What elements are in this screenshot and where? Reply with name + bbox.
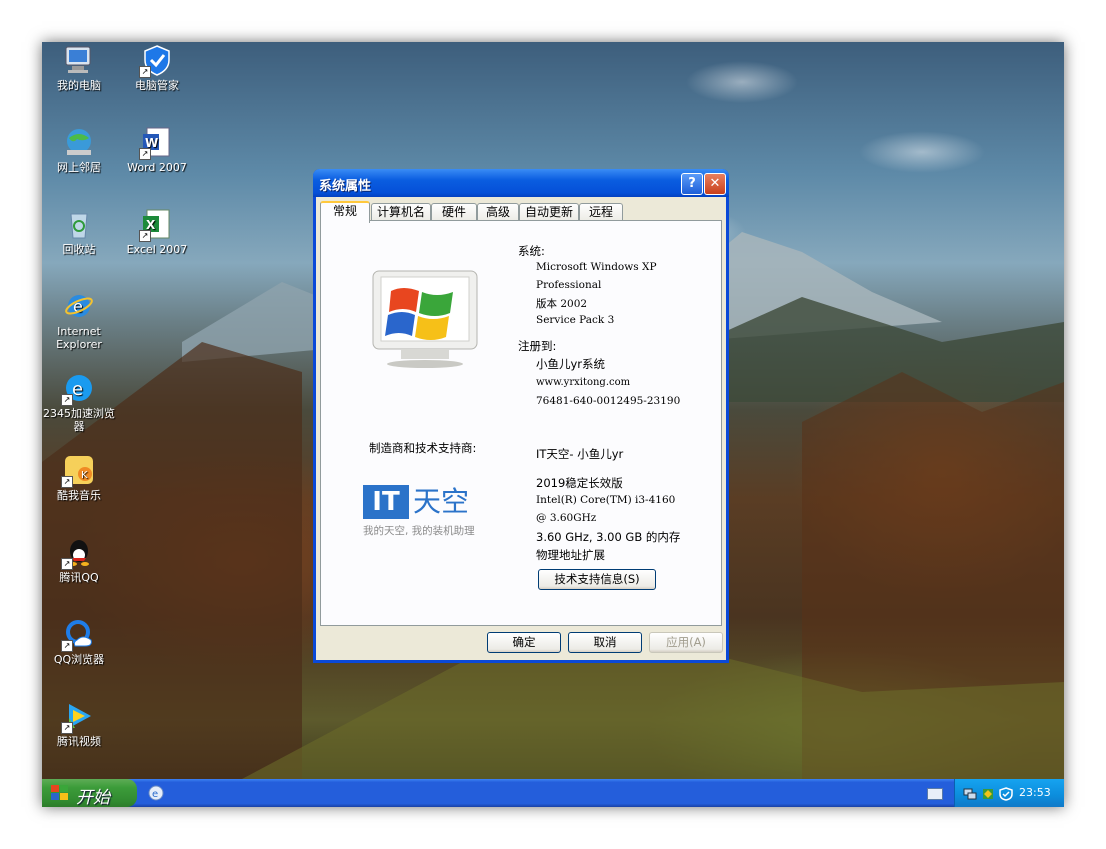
- network-tray-icon[interactable]: [963, 786, 977, 800]
- manufacturer-name: IT天空- 小鱼儿yr: [536, 447, 624, 461]
- desktop-icon-qq-browser[interactable]: ↗ QQ浏览器: [42, 618, 119, 666]
- product-id: 76481-640-0012495-23190: [536, 395, 681, 407]
- desktop-icon-label: Excel 2007: [126, 243, 188, 256]
- qq-browser-icon: ↗: [61, 618, 95, 652]
- registered-heading: 注册到:: [518, 339, 557, 353]
- support-info-button[interactable]: 技术支持信息(S): [538, 569, 656, 590]
- word-icon: W ↗: [139, 126, 173, 160]
- system-tray: 23:53: [954, 779, 1064, 807]
- tab-advanced[interactable]: 高级: [477, 203, 519, 221]
- os-name-line1: Microsoft Windows XP: [536, 261, 657, 273]
- my-computer-icon: [63, 44, 95, 76]
- desktop-icon-label: 2345加速浏览器: [43, 407, 115, 433]
- svg-text:e: e: [152, 789, 158, 800]
- desktop-icon-network[interactable]: 网上邻居: [42, 126, 119, 174]
- physical-address-extension: 物理地址扩展: [536, 548, 605, 562]
- desktop-icon-pc-manager[interactable]: ↗ 电脑管家: [117, 44, 197, 92]
- help-button[interactable]: ?: [681, 173, 703, 195]
- cpu-line1: Intel(R) Core(TM) i3-4160: [536, 494, 676, 506]
- tab-computer-name[interactable]: 计算机名: [371, 203, 431, 221]
- registered-site: www.yrxitong.com: [536, 377, 631, 388]
- cpu-line2: @ 3.60GHz: [536, 512, 597, 524]
- qq-icon: ↗: [61, 536, 95, 570]
- desktop-icon-label: 网上邻居: [57, 161, 101, 174]
- quick-launch-ie-icon[interactable]: e: [148, 785, 164, 801]
- svg-text:K: K: [81, 470, 88, 481]
- desktop-icon-tencent-video[interactable]: ↗ 腾讯视频: [42, 700, 119, 748]
- desktop-icon-kuwo[interactable]: K ↗ 酷我音乐: [42, 454, 119, 502]
- desktop-icon-label: 腾讯视频: [57, 735, 101, 748]
- cancel-button[interactable]: 取消: [568, 632, 642, 653]
- close-button[interactable]: ✕: [704, 173, 726, 195]
- registered-user: 小鱼儿yr系统: [536, 357, 606, 371]
- pc-manager-tray-icon[interactable]: [999, 786, 1013, 801]
- dialog-titlebar[interactable]: 系统属性 ? ✕: [313, 169, 729, 197]
- desktop-icon-qq[interactable]: ↗ 腾讯QQ: [42, 536, 119, 584]
- windows-flag-icon: [372, 270, 478, 368]
- taskbar: 开始 e 23:53: [42, 779, 1064, 807]
- logo-slogan: 我的天空, 我的装机助理: [363, 525, 475, 537]
- desktop-icon-label: 回收站: [62, 243, 96, 256]
- desktop-icon-label: 电脑管家: [135, 79, 179, 92]
- desktop-icon-label: Internet Explorer: [56, 325, 102, 351]
- desktop-icon-word[interactable]: W ↗ Word 2007: [117, 126, 197, 174]
- tab-general[interactable]: 常规: [320, 201, 370, 223]
- service-pack: Service Pack 3: [536, 314, 615, 326]
- windows-logo-monitor: [371, 269, 481, 369]
- browser-2345-icon: e ↗: [61, 372, 95, 406]
- edition: 2019稳定长效版: [536, 476, 623, 490]
- logo-it-box: IT: [363, 485, 409, 519]
- cpu-memory: 3.60 GHz, 3.00 GB 的内存: [536, 530, 681, 544]
- tab-remote[interactable]: 远程: [579, 203, 623, 221]
- tab-automatic-updates[interactable]: 自动更新: [519, 203, 579, 221]
- desktop-screen: 我的电脑 网上邻居 回收站 e Internet Explorer e ↗ 23…: [42, 42, 1064, 807]
- logo-tiankong-text: 天空: [413, 485, 470, 518]
- apply-button[interactable]: 应用(A): [649, 632, 723, 653]
- dialog-client-area: 常规 计算机名 硬件 高级 自动更新 远程 系统: Microsoft Wind…: [316, 197, 726, 660]
- desktop-icon-my-computer[interactable]: 我的电脑: [42, 44, 119, 92]
- general-tab-panel: 系统: Microsoft Windows XP Professional 版本…: [320, 220, 722, 626]
- system-heading: 系统:: [518, 244, 545, 258]
- os-version: 版本 2002: [536, 298, 588, 310]
- excel-icon: X ↗: [139, 208, 173, 242]
- security-tray-icon[interactable]: [981, 786, 995, 800]
- desktop-icon-recycle-bin[interactable]: 回收站: [42, 208, 119, 256]
- start-label: 开始: [76, 788, 110, 807]
- desktop-icon-ie[interactable]: e Internet Explorer: [42, 290, 119, 351]
- manufacturer-heading: 制造商和技术支持商:: [369, 441, 477, 455]
- svg-text:e: e: [72, 379, 83, 400]
- kuwo-music-icon: K ↗: [61, 454, 95, 488]
- windows-flag-small-icon: [51, 785, 69, 801]
- system-properties-dialog: 系统属性 ? ✕ 常规 计算机名 硬件 高级 自动更新 远程 系统: Micro…: [313, 169, 729, 663]
- desktop-icon-label: 腾讯QQ: [59, 571, 99, 584]
- pc-manager-icon: ↗: [139, 44, 173, 78]
- start-button[interactable]: 开始: [42, 779, 137, 807]
- dialog-title: 系统属性: [319, 179, 372, 194]
- desktop-icon-label: 酷我音乐: [57, 489, 101, 502]
- os-name-line2: Professional: [536, 279, 602, 291]
- clock[interactable]: 23:53: [1019, 786, 1051, 799]
- ie-icon: e: [63, 290, 95, 322]
- it-tiankong-logo: IT 天空 我的天空, 我的装机助理: [363, 485, 493, 541]
- desktop-icon-excel[interactable]: X ↗ Excel 2007: [117, 208, 197, 256]
- ok-button[interactable]: 确定: [487, 632, 561, 653]
- tab-hardware[interactable]: 硬件: [431, 203, 477, 221]
- keyboard-icon[interactable]: [927, 788, 943, 800]
- network-places-icon: [63, 126, 95, 158]
- tencent-video-icon: ↗: [61, 700, 95, 734]
- desktop-icon-label: Word 2007: [127, 161, 187, 174]
- recycle-bin-icon: [63, 208, 95, 240]
- desktop-icon-label: QQ浏览器: [53, 653, 105, 666]
- desktop-icon-label: 我的电脑: [57, 79, 101, 92]
- desktop-icon-2345-browser[interactable]: e ↗ 2345加速浏览器: [42, 372, 119, 433]
